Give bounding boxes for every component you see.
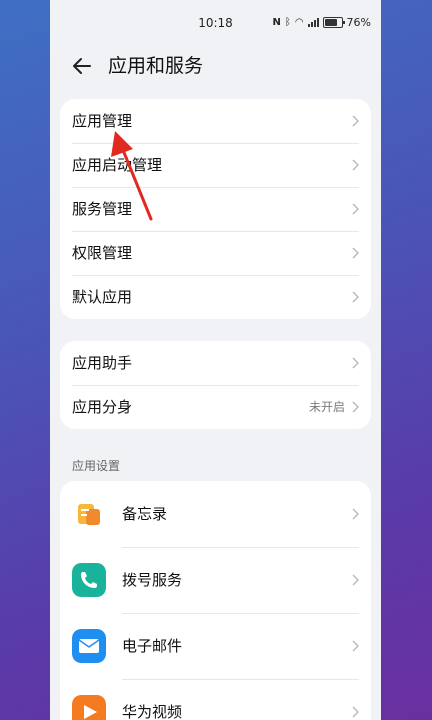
- settings-card-main: 应用管理 应用启动管理 服务管理 权限管理 默认应用: [60, 99, 371, 319]
- menu-item-label: 应用启动管理: [72, 156, 163, 174]
- email-icon: [72, 629, 106, 663]
- menu-item-default-apps[interactable]: 默认应用: [60, 275, 371, 319]
- bluetooth-icon: ᛒ: [284, 17, 291, 28]
- chevron-right-icon: [352, 159, 359, 171]
- wifi-icon: ◠: [294, 17, 304, 28]
- chevron-right-icon: [352, 508, 359, 520]
- app-item-dialer[interactable]: 拨号服务: [60, 547, 371, 613]
- status-icons: N ᛒ ◠ 76%: [272, 16, 371, 29]
- menu-item-label: 应用管理: [72, 112, 133, 130]
- chevron-right-icon: [352, 291, 359, 303]
- chevron-right-icon: [352, 706, 359, 718]
- app-item-email[interactable]: 电子邮件: [60, 613, 371, 679]
- video-icon: [72, 695, 106, 720]
- header: 应用和服务: [50, 50, 381, 82]
- menu-item-label: 应用助手: [72, 354, 133, 372]
- chevron-right-icon: [352, 247, 359, 259]
- menu-item-app-assistant[interactable]: 应用助手: [60, 341, 371, 385]
- menu-item-label: 权限管理: [72, 244, 133, 262]
- battery-percent: 76%: [346, 16, 371, 29]
- menu-item-app-startup[interactable]: 应用启动管理: [60, 143, 371, 187]
- menu-item-app-management[interactable]: 应用管理: [60, 99, 371, 143]
- notes-icon: [78, 504, 100, 525]
- menu-item-app-twin[interactable]: 应用分身 未开启: [60, 385, 371, 429]
- status-value: 未开启: [308, 400, 345, 414]
- chevron-right-icon: [352, 203, 359, 215]
- chevron-right-icon: [352, 357, 359, 369]
- chevron-right-icon: [352, 115, 359, 127]
- chevron-right-icon: [352, 574, 359, 586]
- app-item-label: 华为视频: [122, 703, 183, 720]
- signal-icon: [307, 18, 319, 27]
- app-item-label: 备忘录: [122, 505, 168, 523]
- app-item-label: 拨号服务: [122, 571, 183, 589]
- chevron-right-icon: [352, 401, 359, 413]
- menu-item-label: 应用分身: [72, 398, 133, 416]
- menu-item-service-management[interactable]: 服务管理: [60, 187, 371, 231]
- app-item-notes[interactable]: 备忘录: [60, 481, 371, 547]
- settings-card-assistant: 应用助手 应用分身 未开启: [60, 341, 371, 429]
- phone-icon: [72, 563, 106, 597]
- chevron-right-icon: [352, 640, 359, 652]
- nfc-icon: N: [272, 17, 281, 28]
- app-item-video[interactable]: 华为视频: [60, 679, 371, 720]
- battery-icon: [322, 17, 345, 28]
- menu-item-label: 默认应用: [72, 288, 133, 306]
- menu-item-label: 服务管理: [72, 200, 133, 218]
- back-arrow-icon[interactable]: [70, 54, 94, 78]
- page-title: 应用和服务: [108, 55, 204, 77]
- app-settings-card: 备忘录 拨号服务 电子邮件 华为视频: [60, 481, 371, 720]
- app-item-label: 电子邮件: [122, 637, 183, 655]
- phone-screen: 10:18 N ᛒ ◠ 76% 应用和服务 应用管理 应用启动管理 服务管理 权…: [50, 0, 381, 720]
- status-bar: 10:18 N ᛒ ◠ 76%: [50, 0, 381, 44]
- menu-item-permission-management[interactable]: 权限管理: [60, 231, 371, 275]
- section-title: 应用设置: [72, 459, 121, 473]
